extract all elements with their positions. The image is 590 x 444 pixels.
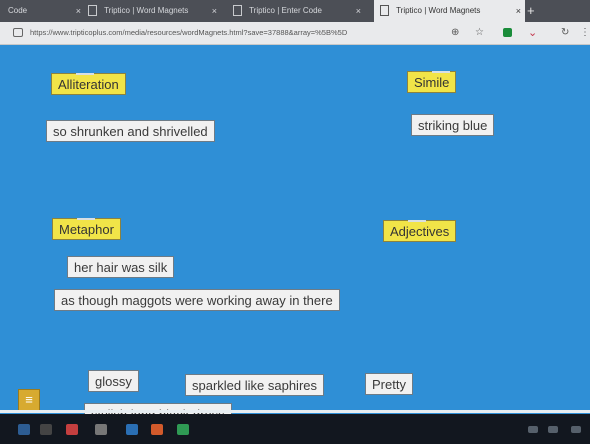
heading-magnet-adjectives[interactable]: Adjectives: [383, 220, 457, 242]
board-divider: [0, 410, 590, 413]
zoom-icon[interactable]: ⊕: [451, 22, 459, 44]
url-field[interactable]: https://www.tripticoplus.com/media/resou…: [30, 22, 347, 44]
taskbar: [0, 414, 590, 444]
heading-magnet-alliteration[interactable]: Alliteration: [51, 73, 126, 95]
system-tray-icon[interactable]: [528, 426, 538, 433]
new-tab-button[interactable]: +: [527, 0, 535, 22]
taskbar-app-icon[interactable]: [126, 424, 138, 435]
taskbar-app-icon[interactable]: [177, 424, 189, 435]
system-tray-icon[interactable]: [571, 426, 581, 433]
favorite-icon[interactable]: ☆: [475, 22, 484, 44]
tab-label: Triptico | Word Magnets: [396, 6, 481, 15]
address-bar: https://www.tripticoplus.com/media/resou…: [0, 22, 590, 45]
tab-code[interactable]: Code ×: [0, 0, 85, 22]
tab-label: Code: [8, 6, 28, 15]
more-icon[interactable]: ⋮: [580, 22, 590, 44]
pocket-icon[interactable]: ⌄: [528, 22, 537, 44]
word-magnet[interactable]: as though maggots were working away in t…: [54, 289, 340, 311]
tab-strip: Code × Triptico | Word Magnets × Triptic…: [0, 0, 590, 22]
word-magnet[interactable]: glossy: [88, 370, 139, 392]
word-magnet[interactable]: Pretty: [365, 373, 413, 395]
taskbar-app-icon[interactable]: [151, 424, 163, 435]
menu-icon[interactable]: ≡: [18, 389, 40, 411]
taskbar-app-icon[interactable]: [95, 424, 107, 435]
document-icon: [380, 5, 389, 17]
document-icon: [88, 5, 97, 17]
close-icon[interactable]: ×: [516, 0, 521, 22]
heading-magnet-metaphor[interactable]: Metaphor: [52, 218, 121, 240]
tab-label: Triptico | Enter Code: [249, 6, 322, 15]
word-magnet[interactable]: so shrunken and shrivelled: [46, 120, 215, 142]
refresh-icon[interactable]: ↻: [561, 22, 569, 44]
taskbar-app-icon[interactable]: [66, 424, 78, 435]
close-icon[interactable]: ×: [76, 0, 81, 22]
document-icon: [233, 5, 242, 17]
lock-icon: [13, 28, 23, 37]
system-tray-icon[interactable]: [548, 426, 558, 433]
tab-word-magnets-active[interactable]: Triptico | Word Magnets ×: [374, 0, 525, 22]
tab-label: Triptico | Word Magnets: [104, 6, 189, 15]
taskbar-app-icon[interactable]: [40, 424, 52, 435]
close-icon[interactable]: ×: [212, 0, 217, 22]
word-magnet[interactable]: her hair was silk: [67, 256, 175, 278]
tab-enter-code[interactable]: Triptico | Enter Code ×: [233, 0, 365, 22]
tab-word-magnets[interactable]: Triptico | Word Magnets ×: [88, 0, 221, 22]
start-icon[interactable]: [18, 424, 30, 435]
word-magnet[interactable]: striking blue: [411, 114, 495, 136]
extension-icon[interactable]: [503, 28, 512, 37]
word-magnet[interactable]: sparkled like saphires: [185, 374, 325, 396]
close-icon[interactable]: ×: [356, 0, 361, 22]
heading-magnet-simile[interactable]: Simile: [407, 71, 457, 93]
